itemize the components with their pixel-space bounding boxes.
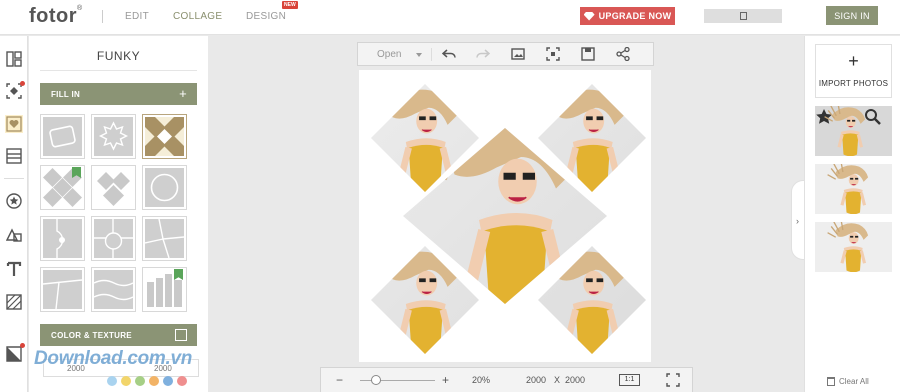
- swatch[interactable]: [177, 376, 187, 386]
- document-icon: [739, 12, 747, 20]
- template-tile[interactable]: [142, 216, 187, 261]
- nav-collage[interactable]: COLLAGE: [173, 11, 222, 22]
- shapes-icon[interactable]: [6, 227, 22, 243]
- clear-all-button[interactable]: Clear All: [827, 377, 869, 386]
- pattern-icon[interactable]: [6, 294, 22, 310]
- clear-all-label: Clear All: [839, 377, 869, 386]
- diamond-icon: [583, 11, 595, 21]
- texture-icon: [175, 329, 187, 341]
- template-tile[interactable]: [142, 165, 187, 210]
- fotor-logo[interactable]: fotor®: [29, 5, 83, 28]
- chevron-right-icon: ›: [796, 216, 799, 226]
- size-separator: X: [554, 375, 561, 385]
- layout-icon[interactable]: [6, 51, 22, 67]
- new-badge: NEW: [282, 1, 298, 9]
- photo-thumbnail[interactable]: [815, 164, 892, 214]
- fill-in-label: FILL IN: [51, 89, 81, 99]
- image-icon[interactable]: [511, 47, 525, 61]
- fill-in-button[interactable]: FILL IN +: [40, 83, 197, 105]
- actual-size-button[interactable]: 1:1: [619, 374, 640, 386]
- swatch[interactable]: [121, 376, 131, 386]
- text-icon[interactable]: [6, 261, 22, 277]
- template-tile[interactable]: [40, 165, 85, 210]
- undo-icon[interactable]: [441, 47, 456, 61]
- template-tile-selected[interactable]: [142, 114, 187, 159]
- nav-edit[interactable]: EDIT: [125, 11, 149, 22]
- upgrade-label: UPGRADE NOW: [598, 11, 672, 21]
- import-photos-label: IMPORT PHOTOS: [818, 79, 889, 88]
- redo-icon[interactable]: [476, 47, 491, 61]
- nav-design[interactable]: DESIGN: [246, 11, 286, 22]
- template-tile[interactable]: [40, 114, 85, 159]
- save-icon[interactable]: [581, 47, 595, 61]
- template-tile[interactable]: [91, 216, 136, 261]
- sign-in-button[interactable]: SIGN IN: [826, 6, 878, 25]
- zoom-bar: − + 20% 2000 X 2000 1:1: [320, 367, 693, 392]
- zoom-out-button[interactable]: −: [336, 373, 343, 387]
- plus-icon: +: [179, 86, 187, 101]
- import-photos-button[interactable]: + IMPORT PHOTOS: [815, 44, 892, 98]
- template-tile[interactable]: [91, 267, 136, 312]
- zoom-in-button[interactable]: +: [442, 373, 449, 387]
- color-swatches: [107, 376, 187, 386]
- swatch[interactable]: [149, 376, 159, 386]
- template-tile[interactable]: [40, 267, 85, 312]
- plus-icon: +: [848, 51, 859, 71]
- template-tile[interactable]: [40, 216, 85, 261]
- notification-dot: [20, 81, 25, 86]
- canvas-toolbar: Open: [357, 42, 654, 66]
- freestyle-icon[interactable]: [6, 83, 22, 99]
- left-tool-rail: [0, 36, 28, 392]
- collage-artwork: [371, 84, 646, 354]
- template-tile[interactable]: [91, 165, 136, 210]
- open-menu[interactable]: Open: [377, 49, 401, 60]
- trash-icon: [827, 377, 835, 386]
- canvas-width: 2000: [526, 375, 547, 385]
- swatch[interactable]: [107, 376, 117, 386]
- color-texture-label: COLOR & TEXTURE: [51, 330, 132, 340]
- fit-icon[interactable]: [546, 47, 560, 61]
- canvas-height: 2000: [565, 375, 586, 385]
- swatch[interactable]: [163, 376, 173, 386]
- zoom-slider-handle[interactable]: [371, 375, 381, 385]
- top-bar: fotor® EDIT COLLAGE DESIGN NEW UPGRADE N…: [0, 0, 900, 35]
- zoom-level: 20%: [472, 375, 491, 385]
- toolbar-divider: [431, 48, 432, 61]
- background-icon[interactable]: [6, 346, 22, 362]
- template-panel: FUNKY FILL IN + COLOR & TEXTURE 2000 200…: [29, 36, 208, 392]
- collapse-right-panel-button[interactable]: ›: [791, 180, 804, 260]
- template-tile[interactable]: [142, 267, 187, 312]
- logo-divider: [102, 10, 103, 23]
- share-icon[interactable]: [616, 46, 630, 62]
- save-status-box[interactable]: [704, 9, 782, 23]
- collage-canvas[interactable]: [359, 70, 651, 362]
- photos-panel: + IMPORT PHOTOS Clear All: [804, 36, 900, 392]
- rail-divider: [4, 178, 24, 179]
- stitch-icon[interactable]: [6, 148, 22, 164]
- upgrade-now-button[interactable]: UPGRADE NOW: [580, 7, 675, 25]
- template-tile[interactable]: [91, 114, 136, 159]
- swatch[interactable]: [135, 376, 145, 386]
- fullscreen-icon[interactable]: [666, 373, 680, 387]
- color-texture-button[interactable]: COLOR & TEXTURE: [40, 324, 197, 346]
- chevron-down-icon[interactable]: [416, 53, 422, 57]
- photo-thumbnail[interactable]: [815, 222, 892, 272]
- notification-dot: [20, 343, 25, 348]
- panel-title: FUNKY: [96, 49, 141, 63]
- watermark-text: Download.com.vn: [34, 348, 193, 369]
- funky-heart-icon[interactable]: [5, 115, 23, 133]
- photo-thumbnail[interactable]: [815, 106, 892, 156]
- sticker-star-icon[interactable]: [6, 193, 22, 209]
- panel-divider: [40, 70, 197, 71]
